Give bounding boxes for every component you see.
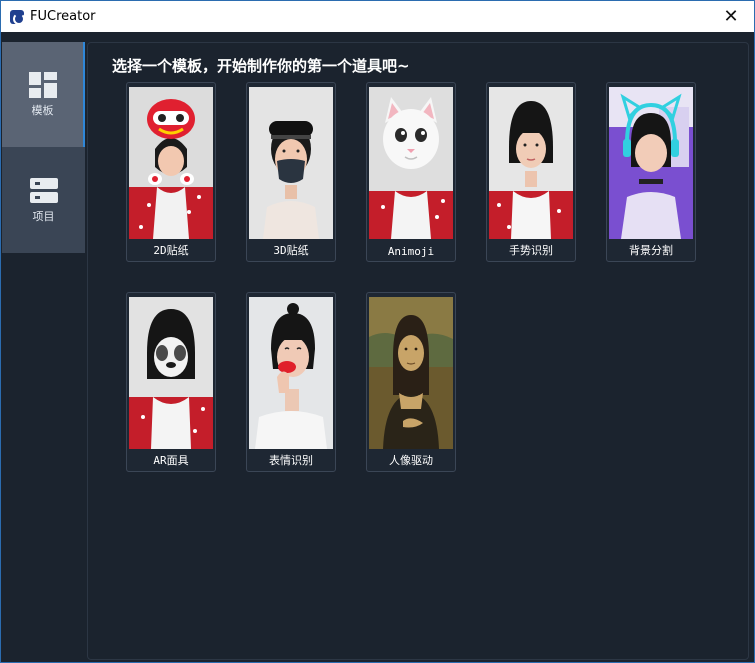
project-icon <box>29 177 58 204</box>
template-card-expression[interactable]: 表情识别 <box>246 292 336 472</box>
template-thumbnail <box>129 87 213 239</box>
title-bar: FUCreator ✕ <box>1 1 754 32</box>
template-label: 3D贴纸 <box>273 244 309 257</box>
fucreator-logo-icon <box>10 9 25 25</box>
sidebar-item-projects[interactable]: 项目 <box>2 148 85 253</box>
template-card-portrait-driver[interactable]: 人像驱动 <box>366 292 456 472</box>
template-card-gesture[interactable]: 手势识别 <box>486 82 576 262</box>
sidebar-item-templates[interactable]: 模板 <box>2 42 85 147</box>
template-thumbnail <box>369 87 453 239</box>
app-window: FUCreator ✕ 模板 项目 选择一个模板，开始制作你的第一个道具吧~ 2… <box>0 0 755 663</box>
page-title: 选择一个模板，开始制作你的第一个道具吧~ <box>112 57 410 75</box>
template-thumbnail <box>129 297 213 449</box>
template-label: Animoji <box>387 245 435 258</box>
template-thumbnail <box>249 87 333 239</box>
close-button[interactable]: ✕ <box>708 1 754 32</box>
template-label: 手势识别 <box>509 244 553 257</box>
template-thumbnail <box>489 87 573 239</box>
template-grid-icon <box>28 71 57 98</box>
sidebar-item-label: 模板 <box>31 103 54 117</box>
template-thumbnail <box>609 87 693 239</box>
sidebar: 模板 项目 <box>2 42 85 253</box>
sidebar-item-label: 项目 <box>32 209 55 223</box>
template-card-animoji[interactable]: Animoji <box>366 82 456 262</box>
template-label: 人像驱动 <box>389 454 433 467</box>
template-card-ar-mask[interactable]: AR面具 <box>126 292 216 472</box>
template-thumbnail <box>249 297 333 449</box>
template-panel: 选择一个模板，开始制作你的第一个道具吧~ 2D贴纸 3D贴纸 Animoji 手… <box>87 42 749 660</box>
template-label: 2D贴纸 <box>153 244 189 257</box>
template-label: 背景分割 <box>629 244 673 257</box>
template-label: AR面具 <box>153 454 189 467</box>
template-card-background-segmentation[interactable]: 背景分割 <box>606 82 696 262</box>
template-thumbnail <box>369 297 453 449</box>
template-label: 表情识别 <box>269 454 313 467</box>
template-card-2d-sticker[interactable]: 2D贴纸 <box>126 82 216 262</box>
template-card-3d-sticker[interactable]: 3D贴纸 <box>246 82 336 262</box>
window-title: FUCreator <box>30 9 96 24</box>
